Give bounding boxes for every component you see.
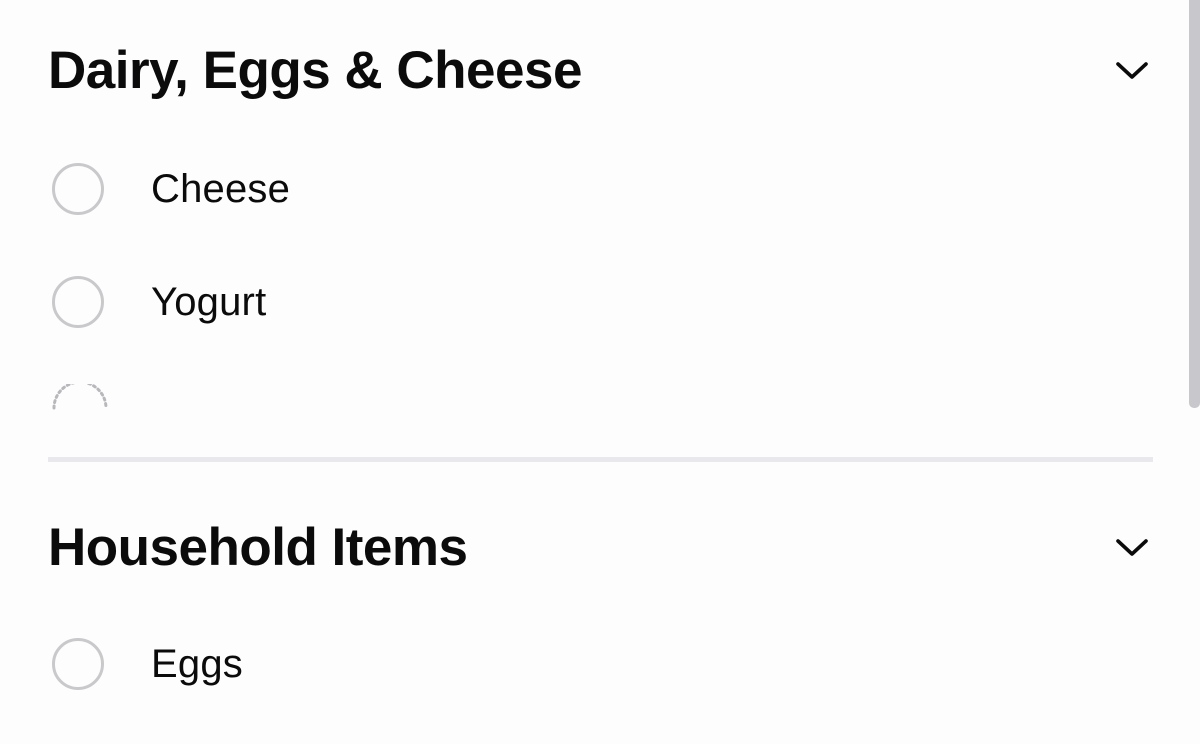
chevron-down-icon[interactable] <box>1114 530 1150 566</box>
radio-circle-icon[interactable] <box>52 276 104 328</box>
scrollbar[interactable] <box>1189 0 1200 408</box>
list-item-cheese[interactable]: Cheese <box>52 159 290 219</box>
list-item-eggs[interactable]: Eggs <box>52 634 243 694</box>
shopping-list-screen: Dairy, Eggs & Cheese Cheese Yogurt House… <box>0 0 1200 744</box>
chevron-down-icon[interactable] <box>1114 53 1150 89</box>
section-header-dairy[interactable]: Dairy, Eggs & Cheese <box>48 44 1152 97</box>
item-label: Yogurt <box>151 279 267 324</box>
section-divider <box>48 457 1153 462</box>
radio-circle-icon[interactable] <box>52 163 104 215</box>
section-title: Household Items <box>48 518 468 577</box>
section-header-household[interactable]: Household Items <box>48 521 1152 574</box>
item-label: Cheese <box>151 166 291 211</box>
radio-circle-icon[interactable] <box>52 638 104 690</box>
list-item-yogurt[interactable]: Yogurt <box>52 272 266 332</box>
item-label: Eggs <box>151 641 243 686</box>
section-title: Dairy, Eggs & Cheese <box>48 41 582 100</box>
loading-spinner-icon <box>50 380 110 417</box>
